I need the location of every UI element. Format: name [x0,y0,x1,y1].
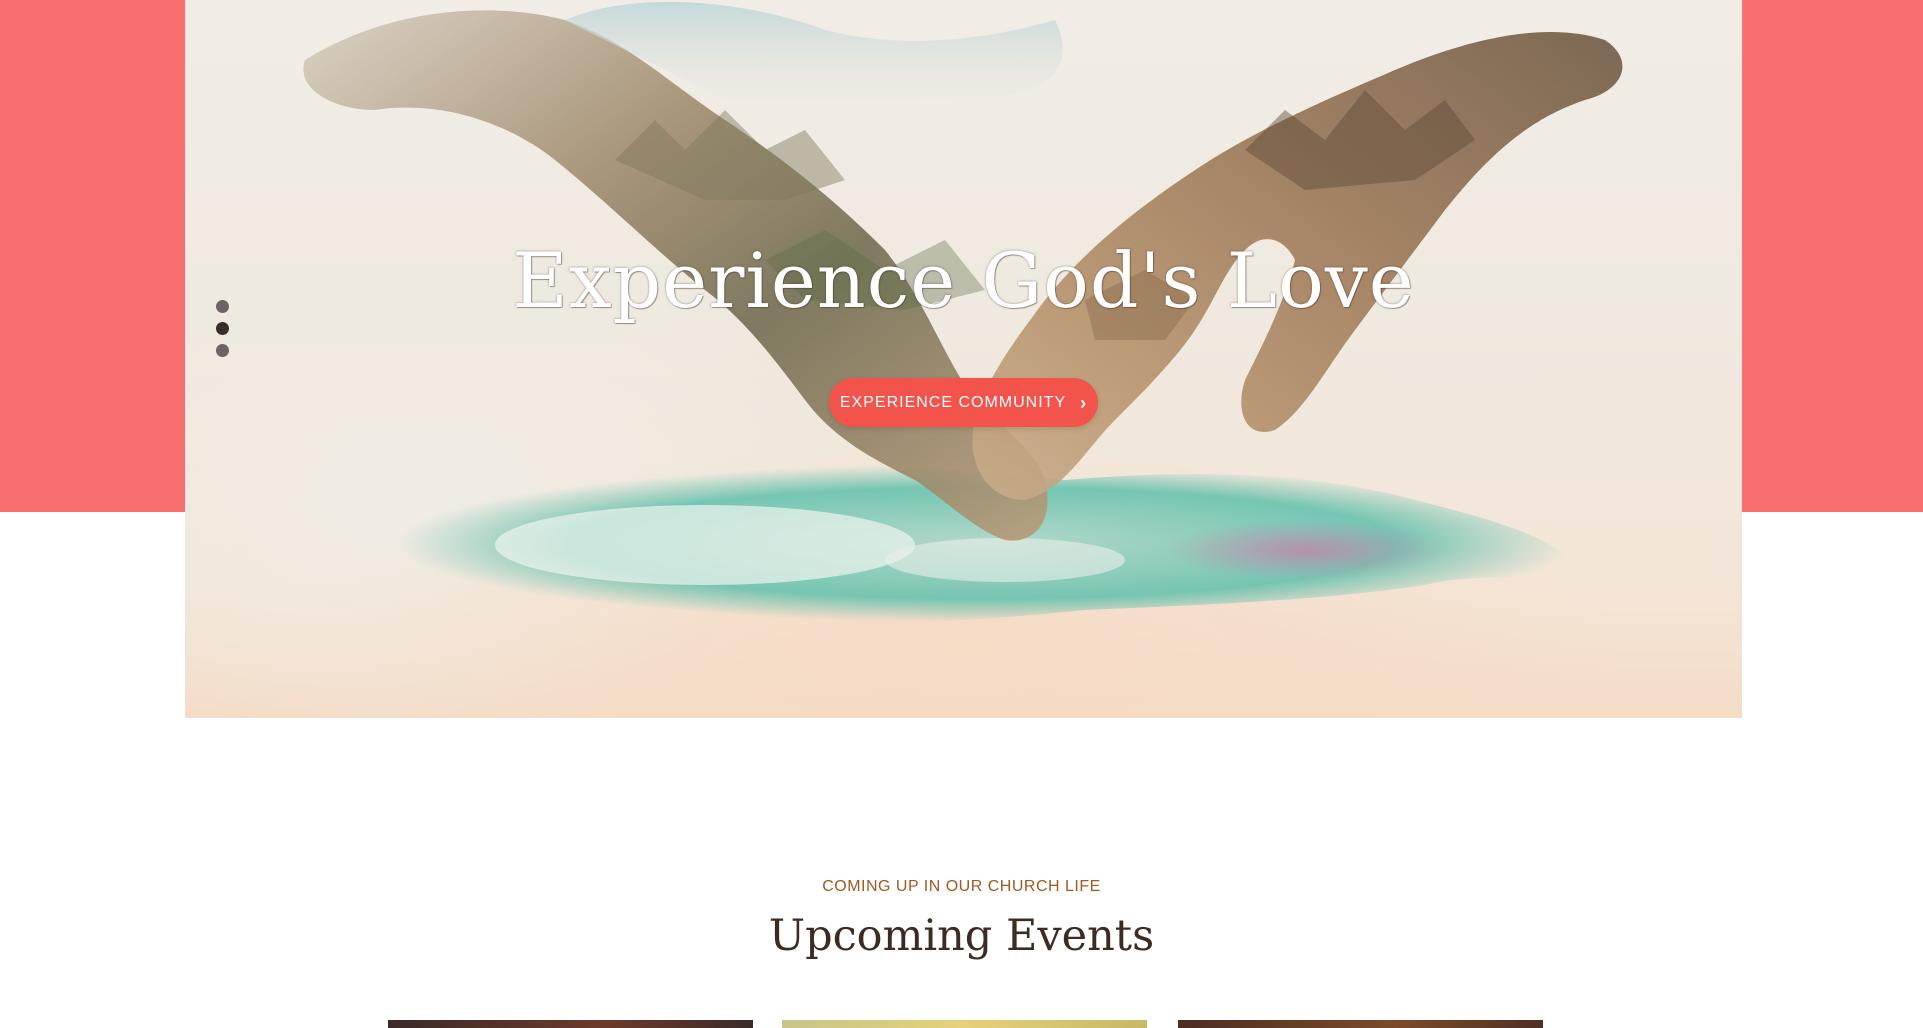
hero-background-image [303,1,1623,623]
slider-dot-1[interactable] [216,300,229,313]
page: Experience God's Love EXPERIENCE COMMUNI… [0,0,1923,1028]
event-card-image[interactable] [782,1020,1147,1028]
experience-community-button[interactable]: EXPERIENCE COMMUNITY › [829,378,1098,427]
slider-dot-3[interactable] [216,344,229,357]
events-kicker: COMING UP IN OUR CHURCH LIFE [822,878,1101,895]
event-card-image[interactable] [388,1020,753,1028]
hero-slider: Experience God's Love EXPERIENCE COMMUNI… [185,0,1742,718]
events-title: Upcoming Events [768,911,1155,961]
chevron-right-icon: › [1080,392,1088,413]
cta-label: EXPERIENCE COMMUNITY [839,393,1067,411]
hero-title: Experience God's Love [512,236,1415,325]
event-card-image[interactable] [1178,1020,1543,1028]
slider-dot-2[interactable] [216,322,229,335]
